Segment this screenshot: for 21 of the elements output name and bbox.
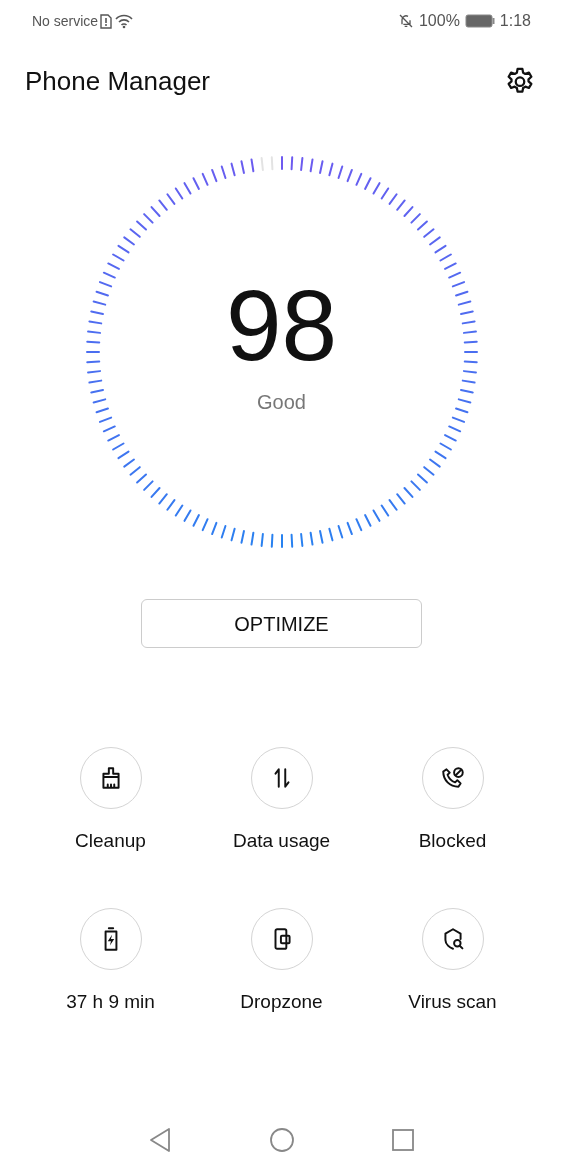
battery-icon: [464, 14, 495, 28]
tool-label: 37 h 9 min: [66, 989, 155, 1014]
phone-blocked-icon: [439, 765, 466, 791]
optimize-button[interactable]: OPTIMIZE: [141, 599, 422, 648]
battery-percent: 100%: [418, 11, 460, 31]
recents-icon[interactable]: [391, 1128, 415, 1152]
clock-time: 1:18: [499, 11, 531, 31]
wifi-icon: [114, 13, 135, 29]
page-title: Phone Manager: [25, 64, 211, 98]
sim-alert-icon: [100, 13, 113, 29]
bell-off-icon: [397, 13, 414, 29]
tool-label: Data usage: [232, 829, 331, 853]
back-icon[interactable]: [148, 1127, 172, 1153]
score-label: Good: [257, 390, 306, 415]
home-icon[interactable]: [268, 1127, 295, 1153]
tool-label: Blocked: [418, 829, 487, 853]
score-value: 98: [225, 275, 338, 375]
tool-label: Dropzone: [240, 989, 323, 1014]
carrier-status: No service: [32, 11, 99, 31]
tool-label: Cleanup: [75, 829, 146, 853]
tool-label: Virus scan: [408, 989, 497, 1014]
